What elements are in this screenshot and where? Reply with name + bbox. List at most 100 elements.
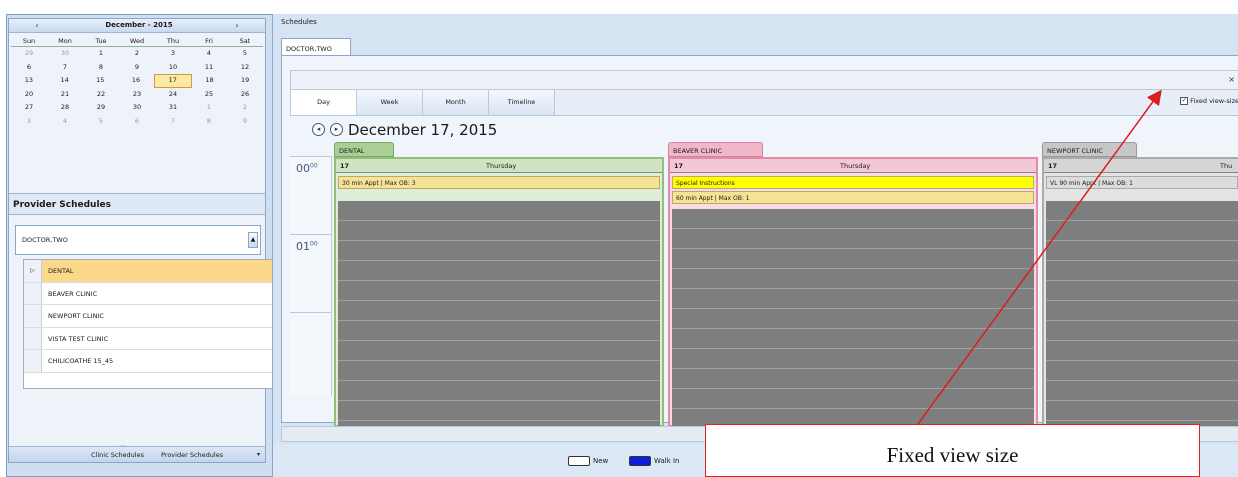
calendar-day[interactable]: 10 <box>155 61 191 75</box>
schedules-title: Schedules <box>281 18 317 26</box>
chevron-up-icon[interactable]: ▲ <box>248 232 258 248</box>
weekday-label: Sat <box>239 37 251 45</box>
calendar-day[interactable]: 14 <box>47 74 83 88</box>
calendar-day[interactable]: 6 <box>119 115 155 129</box>
list-item-label: BEAVER CLINIC <box>48 289 98 298</box>
calendar-next-month-button[interactable]: › <box>231 21 243 30</box>
calendar-day[interactable]: 22 <box>83 88 119 102</box>
provider-select[interactable]: DOCTOR,TWO ▲ <box>15 225 261 255</box>
calendar-day[interactable]: 5 <box>227 47 263 61</box>
tab-week[interactable]: Week <box>357 90 423 115</box>
calendar-prev-month-button[interactable]: ‹ <box>31 21 43 30</box>
splitter-grip[interactable]: .... <box>119 441 127 448</box>
day-number: 17 <box>1048 162 1058 170</box>
legend-label: Walk In <box>654 457 680 465</box>
current-date-label: December 17, 2015 <box>348 121 498 139</box>
calendar-day[interactable]: 20 <box>11 88 47 102</box>
calendar-day[interactable]: 9 <box>119 61 155 75</box>
tab-day[interactable]: Day <box>291 90 357 115</box>
checkbox-icon[interactable]: ✓ <box>1180 97 1189 105</box>
calendar-day[interactable]: 1 <box>191 101 227 115</box>
calendar-day[interactable]: 2 <box>227 101 263 115</box>
time-slots[interactable] <box>672 209 1034 427</box>
calendar-day[interactable]: 24 <box>155 88 191 102</box>
time-slots[interactable] <box>338 201 660 427</box>
time-divider <box>290 312 332 313</box>
calendar-day[interactable]: 31 <box>155 101 191 115</box>
calendar-day[interactable]: 25 <box>191 88 227 102</box>
list-item[interactable]: VISTA TEST CLINIC <box>24 327 272 350</box>
resource-day-header: 17 Thursday <box>670 159 1036 173</box>
clinic-schedules-button[interactable]: Clinic Schedules <box>91 451 144 459</box>
time-slots[interactable] <box>1046 201 1238 427</box>
callout-text: Fixed view size <box>886 443 1019 467</box>
tab-month[interactable]: Month <box>423 90 489 115</box>
special-instructions-banner[interactable]: Special Instructions <box>672 176 1034 189</box>
calendar-day[interactable]: 4 <box>191 47 227 61</box>
calendar-month-title: December - 2015 <box>105 21 173 29</box>
list-item-label: NEWPORT CLINIC <box>48 312 104 320</box>
calendar-day[interactable]: 1 <box>83 47 119 61</box>
calendar-day[interactable]: 30 <box>119 101 155 115</box>
fixed-view-size-checkbox[interactable]: ✓ Fixed view-size <box>1180 97 1238 105</box>
time-label: 0000 <box>296 162 318 175</box>
resource-column: 17 Thursday 30 min Appt | Max OB: 3 <box>334 157 664 427</box>
resource-tab-newport-clinic[interactable]: NEWPORT CLINIC <box>1042 142 1137 157</box>
calendar-day[interactable]: 11 <box>191 61 227 75</box>
arrow-left-icon[interactable]: ◂ <box>312 123 325 136</box>
close-icon[interactable]: × <box>1228 75 1235 84</box>
calendar-day[interactable]: 29 <box>83 101 119 115</box>
tab-doctor-two[interactable]: DOCTOR,TWO <box>281 38 351 56</box>
calendar-day[interactable]: 28 <box>47 101 83 115</box>
chevron-down-icon[interactable]: ▾ <box>257 451 260 458</box>
calendar-day[interactable]: 12 <box>227 61 263 75</box>
calendar-header: ‹ December - 2015 › <box>9 19 265 33</box>
calendar-week-row: 3456789 <box>11 115 263 129</box>
schedule-banner[interactable]: 60 min Appt | Max OB: 1 <box>672 191 1034 204</box>
list-item[interactable]: NEWPORT CLINIC <box>24 305 272 328</box>
calendar-day[interactable]: 3 <box>11 115 47 129</box>
calendar-day[interactable]: 16 <box>118 74 154 88</box>
calendar-day[interactable]: 7 <box>155 115 191 129</box>
provider-schedules-button[interactable]: Provider Schedules <box>161 451 223 459</box>
day-number: 17 <box>340 162 350 170</box>
list-item[interactable]: ▷ DENTAL <box>24 260 272 283</box>
calendar-day[interactable]: 6 <box>11 61 47 75</box>
calendar-day[interactable]: 5 <box>83 115 119 129</box>
list-item[interactable]: CHILICOATHE 15_45 <box>24 350 272 373</box>
row-selector-cell <box>24 350 42 372</box>
weekday-name: Thu <box>1220 162 1233 170</box>
calendar-day[interactable]: 19 <box>227 74 263 88</box>
weekday-name: Thursday <box>486 162 517 170</box>
schedule-banner[interactable]: VL 90 min Appt | Max OB: 1 <box>1046 176 1238 189</box>
calendar-day[interactable]: 3 <box>155 47 191 61</box>
calendar-day-selected[interactable]: 17 <box>153 74 192 88</box>
resource-tab-beaver-clinic[interactable]: BEAVER CLINIC <box>668 142 763 157</box>
arrow-right-icon[interactable]: ▸ <box>330 123 343 136</box>
calendar-weeks: 29 30 1 2 3 4 5 6 7 8 9 10 11 12 13 14 15 16 17 18 19 20 21 22 2… <box>11 47 263 128</box>
calendar-day[interactable]: 4 <box>47 115 83 129</box>
calendar-day[interactable]: 30 <box>47 47 83 61</box>
calendar-day[interactable]: 13 <box>11 74 47 88</box>
calendar-day[interactable]: 2 <box>119 47 155 61</box>
calendar-day[interactable]: 26 <box>227 88 263 102</box>
calendar-day[interactable]: 8 <box>83 61 119 75</box>
schedule-banner[interactable]: 30 min Appt | Max OB: 3 <box>338 176 660 189</box>
resource-tab-dental[interactable]: DENTAL <box>334 142 394 157</box>
calendar-day[interactable]: 21 <box>47 88 83 102</box>
tab-timeline[interactable]: Timeline <box>489 90 555 115</box>
list-item-label: CHILICOATHE 15_45 <box>48 357 114 365</box>
calendar-day[interactable]: 18 <box>192 74 228 88</box>
time-ruler: 0000 0100 <box>290 156 332 396</box>
calendar-day[interactable]: 9 <box>227 115 263 129</box>
calendar-day[interactable]: 15 <box>82 74 118 88</box>
list-item[interactable]: BEAVER CLINIC <box>24 282 272 305</box>
calendar-week-row: 29 30 1 2 3 4 5 <box>11 47 263 61</box>
fixed-view-size-label: Fixed view-size <box>1190 97 1238 105</box>
calendar-day[interactable]: 27 <box>11 101 47 115</box>
calendar-day[interactable]: 29 <box>11 47 47 61</box>
schedule-toolbar: × <box>290 70 1238 90</box>
calendar-day[interactable]: 7 <box>47 61 83 75</box>
calendar-day[interactable]: 8 <box>191 115 227 129</box>
calendar-day[interactable]: 23 <box>119 88 155 102</box>
